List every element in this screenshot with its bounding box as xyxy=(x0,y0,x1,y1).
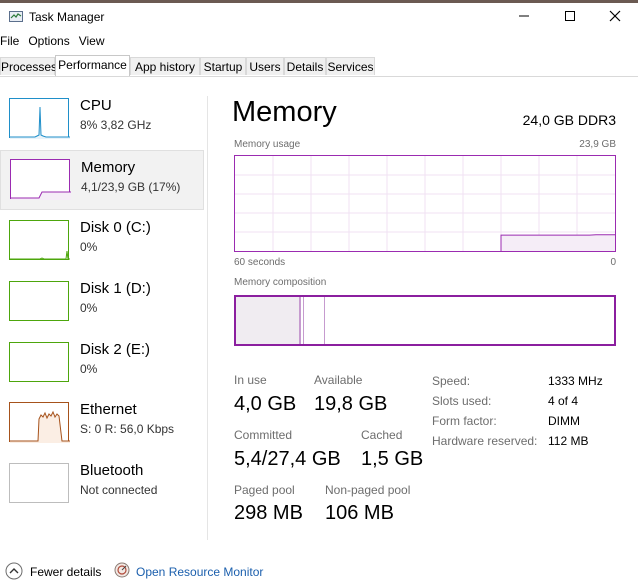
spec-slots-label: Slots used: xyxy=(432,394,492,408)
committed-label: Committed xyxy=(234,428,293,442)
memory-usage-max: 23,9 GB xyxy=(579,139,616,150)
menu-view[interactable]: View xyxy=(79,34,105,48)
disk-1-thumbnail xyxy=(9,281,69,321)
non-paged-pool-label: Non-paged pool xyxy=(325,483,411,497)
tab-startup[interactable]: Startup xyxy=(200,57,246,75)
memory-composition-bar xyxy=(234,295,616,346)
tab-performance[interactable]: Performance xyxy=(55,55,130,76)
memory-usage-graph xyxy=(234,155,616,252)
menu-bar: File Options View xyxy=(0,34,114,52)
menu-options[interactable]: Options xyxy=(28,34,69,48)
composition-in-use xyxy=(236,297,301,344)
sidebar-item-title: Ethernet xyxy=(80,401,137,418)
tab-app-history[interactable]: App history xyxy=(130,57,200,75)
disk-2-thumbnail xyxy=(9,342,69,382)
tab-services[interactable]: Services xyxy=(326,57,375,75)
tab-strip: Processes Performance App history Startu… xyxy=(0,55,638,77)
composition-modified xyxy=(303,297,304,344)
time-axis-right: 0 xyxy=(610,257,616,268)
sidebar-item-subtitle: 0% xyxy=(80,240,98,254)
tab-details[interactable]: Details xyxy=(284,57,326,75)
bluetooth-thumbnail xyxy=(9,463,69,503)
task-manager-icon xyxy=(9,11,23,22)
sidebar-item-bluetooth[interactable]: Bluetooth Not connected xyxy=(0,462,204,522)
sidebar-item-title: Disk 2 (E:) xyxy=(80,341,151,358)
spec-speed-label: Speed: xyxy=(432,374,471,388)
available-label: Available xyxy=(314,373,363,387)
memory-thumbnail xyxy=(10,159,71,200)
chevron-up-icon[interactable] xyxy=(5,562,23,580)
bottom-bar: Fewer details Open Resource Monitor xyxy=(0,558,638,585)
memory-capacity: 24,0 GB DDR3 xyxy=(522,112,616,128)
composition-standby xyxy=(324,297,325,344)
sidebar-item-subtitle: 0% xyxy=(80,362,98,376)
spec-slots-value: 4 of 4 xyxy=(548,394,579,408)
paged-pool-label: Paged pool xyxy=(234,483,295,497)
spec-form-factor-label: Form factor: xyxy=(432,414,497,428)
cached-value: 1,5 GB xyxy=(361,448,424,470)
tab-users[interactable]: Users xyxy=(246,57,284,75)
sidebar-item-title: Memory xyxy=(81,159,136,176)
maximize-icon xyxy=(565,11,575,21)
sidebar-item-disk-0[interactable]: Disk 0 (C:) 0% xyxy=(0,219,204,279)
disk-0-sparkline xyxy=(10,250,70,260)
ethernet-thumbnail xyxy=(9,402,70,443)
spec-hardware-reserved-value: 112 MB xyxy=(548,434,589,448)
close-icon xyxy=(609,10,621,22)
in-use-value: 4,0 GB xyxy=(234,393,297,415)
available-value: 19,8 GB xyxy=(314,393,388,415)
minimize-button[interactable] xyxy=(501,3,547,29)
sidebar-item-subtitle: S: 0 R: 56,0 Kbps xyxy=(80,422,175,436)
memory-sparkline xyxy=(11,191,71,200)
title-bar[interactable]: Task Manager xyxy=(0,3,638,31)
ethernet-sparkline xyxy=(10,410,70,443)
memory-usage-chart xyxy=(235,156,615,251)
fewer-details-link[interactable]: Fewer details xyxy=(30,565,101,579)
cached-label: Cached xyxy=(361,428,403,442)
spec-speed-value: 1333 MHz xyxy=(548,374,603,388)
cpu-sparkline xyxy=(10,106,70,139)
spec-form-factor-value: DIMM xyxy=(548,414,580,428)
committed-value: 5,4/27,4 GB xyxy=(234,448,341,470)
tab-processes[interactable]: Processes xyxy=(0,57,57,75)
memory-composition-label: Memory composition xyxy=(234,277,327,288)
minimize-icon xyxy=(519,15,529,17)
sidebar-item-subtitle: Not connected xyxy=(80,483,158,497)
in-use-label: In use xyxy=(234,373,267,387)
sidebar-item-cpu[interactable]: CPU 8% 3,82 GHz xyxy=(0,97,204,157)
non-paged-pool-value: 106 MB xyxy=(325,502,394,524)
sidebar-item-subtitle: 8% 3,82 GHz xyxy=(80,118,152,132)
open-resource-monitor-link[interactable]: Open Resource Monitor xyxy=(136,565,263,579)
time-axis-left: 60 seconds xyxy=(234,257,286,268)
pane-divider xyxy=(207,96,208,540)
window-title: Task Manager xyxy=(29,10,105,24)
sidebar-item-subtitle: 4,1/23,9 GB (17%) xyxy=(81,180,181,194)
cpu-thumbnail xyxy=(9,98,70,139)
sidebar-item-memory[interactable]: Memory 4,1/23,9 GB (17%) xyxy=(0,150,204,210)
maximize-button[interactable] xyxy=(547,3,593,29)
sidebar-item-title: Bluetooth xyxy=(80,462,144,479)
close-button[interactable] xyxy=(592,3,638,29)
sidebar-item-disk-1[interactable]: Disk 1 (D:) 0% xyxy=(0,280,204,340)
spec-hardware-reserved-label: Hardware reserved: xyxy=(432,434,538,448)
sidebar-item-title: Disk 0 (C:) xyxy=(80,219,151,236)
disk-0-thumbnail xyxy=(9,220,70,260)
menu-file[interactable]: File xyxy=(0,34,19,48)
memory-usage-label: Memory usage xyxy=(234,139,301,150)
sidebar-item-title: CPU xyxy=(80,97,112,114)
sidebar-item-disk-2[interactable]: Disk 2 (E:) 0% xyxy=(0,341,204,401)
paged-pool-value: 298 MB xyxy=(234,502,303,524)
page-title: Memory xyxy=(232,96,337,128)
sidebar-item-subtitle: 0% xyxy=(80,301,98,315)
resource-monitor-icon xyxy=(114,562,130,578)
usage-area xyxy=(501,234,615,251)
sidebar-item-title: Disk 1 (D:) xyxy=(80,280,151,297)
sidebar-item-ethernet[interactable]: Ethernet S: 0 R: 56,0 Kbps xyxy=(0,401,204,461)
